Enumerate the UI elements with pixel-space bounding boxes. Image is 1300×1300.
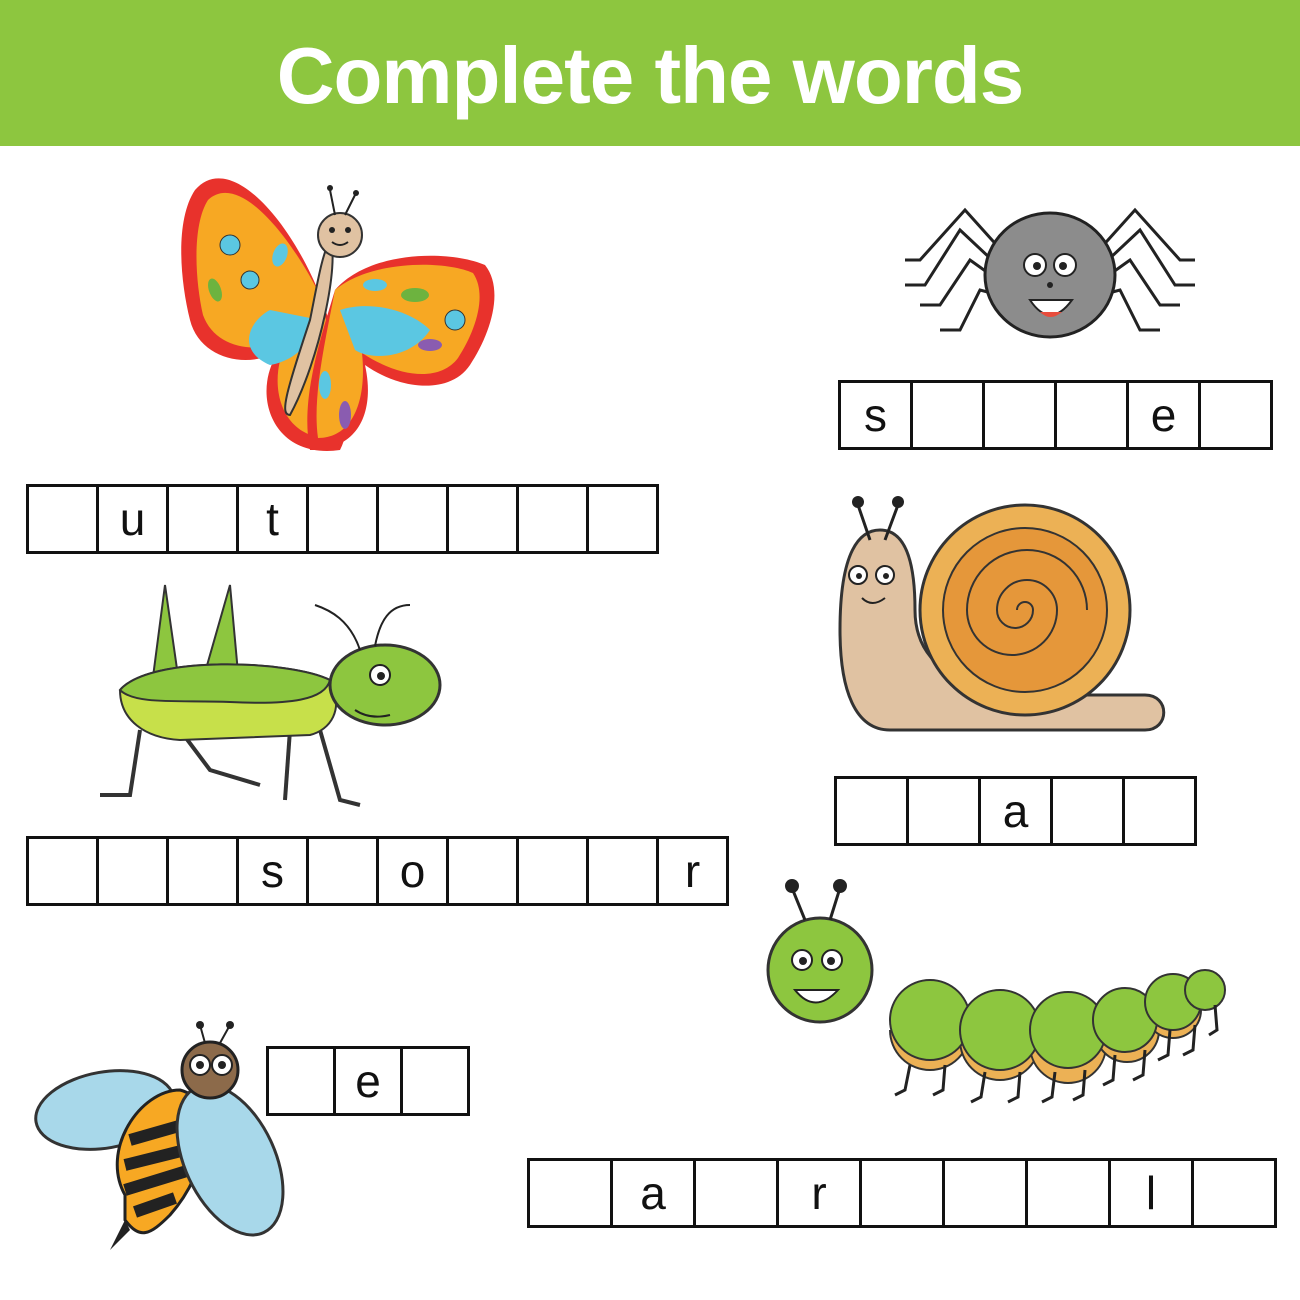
letter-box[interactable]: s bbox=[838, 380, 913, 450]
letter-box[interactable]: e bbox=[333, 1046, 403, 1116]
letter-box[interactable] bbox=[1054, 380, 1129, 450]
letter-box[interactable]: r bbox=[656, 836, 729, 906]
letter-box[interactable] bbox=[166, 836, 239, 906]
letter-box[interactable] bbox=[446, 484, 519, 554]
letter-box[interactable] bbox=[166, 484, 239, 554]
caterpillar-illustration bbox=[766, 879, 1226, 1104]
letter-box[interactable]: l bbox=[1108, 1158, 1194, 1228]
letter-box[interactable] bbox=[906, 776, 981, 846]
caterpillar-word: arl bbox=[527, 1158, 1277, 1228]
letter-box[interactable]: a bbox=[978, 776, 1053, 846]
letter-box[interactable] bbox=[400, 1046, 470, 1116]
bee-illustration bbox=[34, 1021, 285, 1250]
snail-illustration bbox=[838, 496, 1166, 732]
letter-box[interactable]: e bbox=[1126, 380, 1201, 450]
snail-word: a bbox=[834, 776, 1197, 846]
letter-box[interactable] bbox=[306, 836, 379, 906]
grasshopper-illustration bbox=[100, 584, 442, 807]
letter-box[interactable]: o bbox=[376, 836, 449, 906]
letter-box[interactable] bbox=[859, 1158, 945, 1228]
letter-box[interactable] bbox=[942, 1158, 1028, 1228]
grasshopper-word: so r bbox=[26, 836, 729, 906]
letter-box[interactable] bbox=[1122, 776, 1197, 846]
letter-box[interactable] bbox=[376, 484, 449, 554]
letter-box[interactable] bbox=[910, 380, 985, 450]
letter-box[interactable] bbox=[1025, 1158, 1111, 1228]
letter-box[interactable] bbox=[1198, 380, 1273, 450]
letter-box[interactable] bbox=[516, 836, 589, 906]
letter-box[interactable]: r bbox=[776, 1158, 862, 1228]
letter-box[interactable]: s bbox=[236, 836, 309, 906]
letter-box[interactable] bbox=[586, 484, 659, 554]
butterfly-illustration bbox=[181, 178, 495, 451]
letter-box[interactable]: u bbox=[96, 484, 169, 554]
letter-box[interactable] bbox=[26, 484, 99, 554]
letter-box[interactable] bbox=[96, 836, 169, 906]
bee-word: e bbox=[266, 1046, 470, 1116]
letter-box[interactable] bbox=[693, 1158, 779, 1228]
letter-box[interactable] bbox=[834, 776, 909, 846]
letter-box[interactable]: a bbox=[610, 1158, 696, 1228]
letter-box[interactable] bbox=[1191, 1158, 1277, 1228]
letter-box[interactable]: t bbox=[236, 484, 309, 554]
header-banner: Complete the words bbox=[0, 0, 1300, 146]
letter-box[interactable] bbox=[446, 836, 519, 906]
letter-box[interactable] bbox=[306, 484, 379, 554]
spider-word: se bbox=[838, 380, 1273, 450]
letter-box[interactable] bbox=[527, 1158, 613, 1228]
letter-box[interactable] bbox=[586, 836, 659, 906]
letter-box[interactable] bbox=[1050, 776, 1125, 846]
spider-illustration bbox=[905, 207, 1195, 339]
butterfly-word: ut bbox=[26, 484, 659, 554]
page-title: Complete the words bbox=[276, 31, 1025, 120]
letter-box[interactable] bbox=[982, 380, 1057, 450]
letter-box[interactable] bbox=[516, 484, 589, 554]
letter-box[interactable] bbox=[266, 1046, 336, 1116]
letter-box[interactable] bbox=[26, 836, 99, 906]
